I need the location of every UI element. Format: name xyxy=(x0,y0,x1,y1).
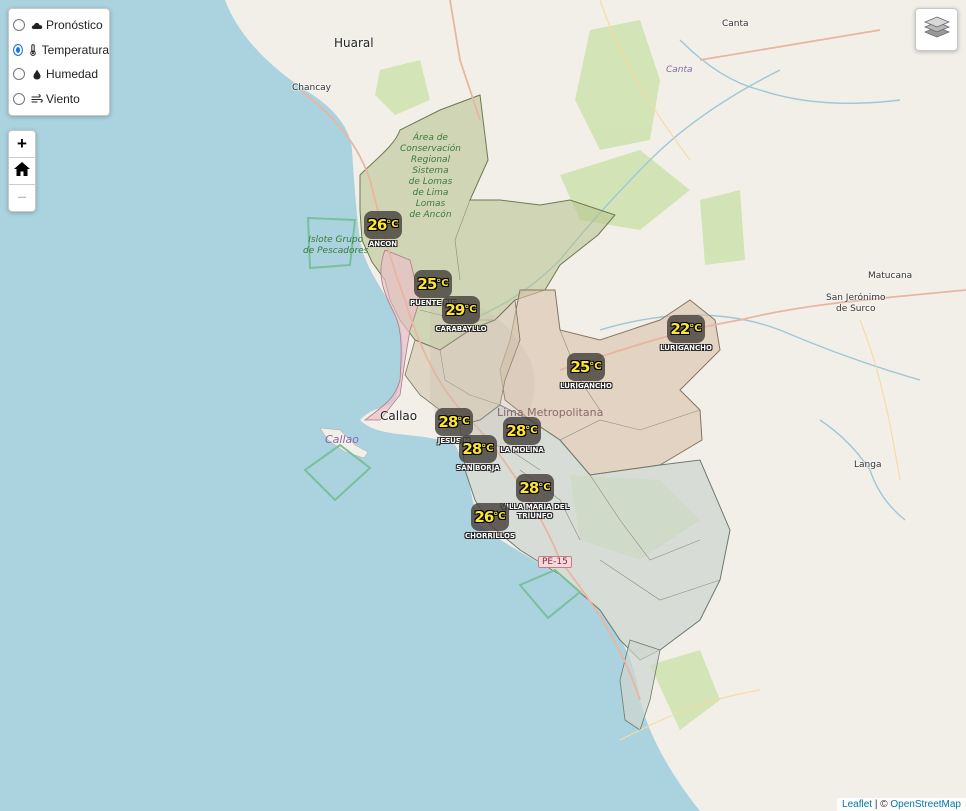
option-temperatura[interactable]: Temperatura xyxy=(9,38,109,63)
zoom-out-button[interactable]: − xyxy=(9,185,35,211)
district-label: ANCON xyxy=(368,240,398,248)
temp-marker-lurigancho[interactable]: 25°C LURIGANCHO xyxy=(551,353,621,391)
layer-selector-panel: Pronóstico Temperatura Humedad Viento xyxy=(8,8,110,116)
map-tiles xyxy=(0,0,966,811)
map-attribution: Leaflet | © OpenStreetMap xyxy=(837,798,966,811)
radio-viento[interactable] xyxy=(13,92,25,105)
district-label: LURIGANCHO xyxy=(660,344,712,352)
option-viento[interactable]: Viento xyxy=(9,87,109,112)
radio-temperatura[interactable] xyxy=(13,43,24,56)
home-button[interactable] xyxy=(9,158,35,185)
droplet-icon xyxy=(30,68,43,80)
zoom-control: + − xyxy=(8,130,36,212)
temp-marker-carabayllo[interactable]: 29°C CARABAYLLO xyxy=(426,296,496,334)
temp-badge: 28°C xyxy=(516,474,554,502)
district-label: SAN BORJA xyxy=(456,464,500,472)
cloud-icon xyxy=(30,19,43,31)
option-label: Temperatura xyxy=(41,42,109,57)
home-icon xyxy=(13,161,31,182)
temp-badge: 26°C xyxy=(471,503,509,531)
option-label: Humedad xyxy=(46,67,99,82)
radio-humedad[interactable] xyxy=(13,68,25,81)
option-label: Viento xyxy=(46,91,80,106)
thermometer-icon xyxy=(28,44,39,56)
temp-badge: 22°C xyxy=(667,315,705,343)
osm-link[interactable]: OpenStreetMap xyxy=(890,799,961,810)
temp-badge: 29°C xyxy=(442,296,480,324)
option-label: Pronóstico xyxy=(46,18,103,33)
temp-badge: 28°C xyxy=(435,408,473,436)
attribution-separator: | © xyxy=(872,799,891,810)
temp-marker-lurigancho-east[interactable]: 22°C LURIGANCHO xyxy=(651,315,721,353)
district-label: LURIGANCHO xyxy=(560,382,612,390)
district-label: CARABAYLLO xyxy=(435,325,487,333)
zoom-in-button[interactable]: + xyxy=(9,131,35,158)
option-humedad[interactable]: Humedad xyxy=(9,62,109,87)
temp-marker-chorrillos[interactable]: 26°C CHORRILLOS xyxy=(455,503,525,541)
district-label: CHORRILLOS xyxy=(465,532,515,540)
temp-marker-ancon[interactable]: 26°C ANCON xyxy=(348,211,418,249)
option-pronostico[interactable]: Pronóstico xyxy=(9,13,109,38)
radio-pronostico[interactable] xyxy=(13,19,25,32)
temp-badge: 25°C xyxy=(414,270,452,298)
leaflet-link[interactable]: Leaflet xyxy=(842,799,872,810)
layers-toggle-button[interactable] xyxy=(915,8,958,51)
temp-marker-san-borja[interactable]: 28°C SAN BORJA xyxy=(443,435,513,473)
map-canvas[interactable]: Huaral Chancay Canta Canta Matucana San … xyxy=(0,0,966,811)
temp-badge: 25°C xyxy=(567,353,605,381)
temp-badge: 26°C xyxy=(364,211,402,239)
temp-badge: 28°C xyxy=(459,435,497,463)
layers-icon xyxy=(923,15,950,44)
wind-icon xyxy=(30,93,43,105)
